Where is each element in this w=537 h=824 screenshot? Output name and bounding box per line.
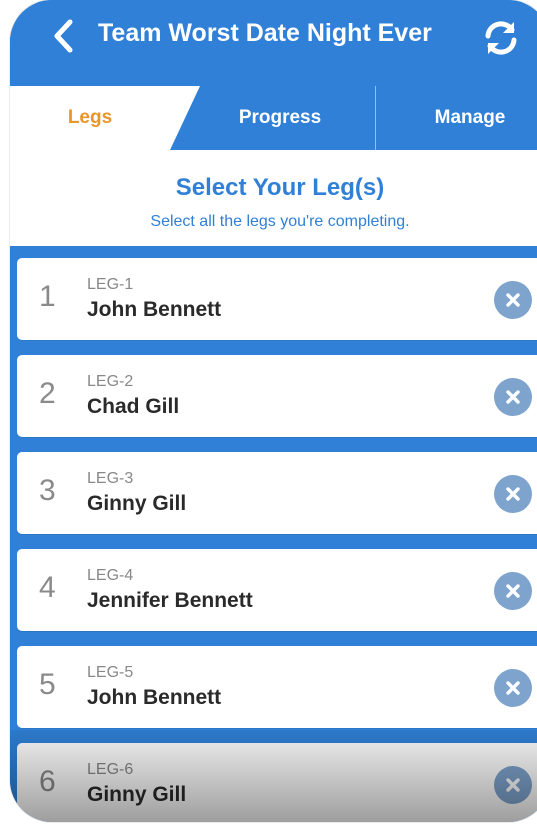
leg-row[interactable]: 3 LEG-3 Ginny Gill [17, 452, 537, 534]
remove-leg-button[interactable] [494, 378, 532, 416]
leg-code: LEG-1 [87, 276, 134, 293]
remove-leg-button[interactable] [494, 766, 532, 804]
leg-code: LEG-2 [87, 373, 134, 390]
leg-row[interactable]: 1 LEG-1 John Bennett [17, 258, 537, 340]
tab-legs[interactable]: Legs [10, 86, 200, 150]
leg-code: LEG-5 [87, 664, 134, 681]
page-subtitle: Select all the legs you're completing. [150, 213, 410, 230]
leg-number: 1 [39, 280, 56, 313]
app-screen: Team Worst Date Night Ever Legs Progress… [10, 0, 537, 822]
close-icon [506, 681, 520, 695]
chevron-left-icon [54, 19, 73, 53]
back-button[interactable] [48, 18, 78, 54]
navigation-bar: Team Worst Date Night Ever [10, 0, 537, 86]
tab-bar: Legs Progress Manage [10, 86, 537, 150]
tab-manage[interactable]: Manage [390, 86, 537, 150]
leg-number: 6 [39, 765, 56, 798]
tab-divider [375, 86, 376, 150]
leg-row[interactable]: 6 LEG-6 Ginny Gill [17, 743, 537, 822]
leg-runner-name: Chad Gill [87, 395, 180, 418]
leg-runner-name: Ginny Gill [87, 492, 187, 515]
leg-number: 5 [39, 668, 56, 701]
leg-runner-name: Ginny Gill [87, 783, 187, 806]
close-icon [506, 390, 520, 404]
leg-row[interactable]: 2 LEG-2 Chad Gill [17, 355, 537, 437]
close-icon [506, 487, 520, 501]
remove-leg-button[interactable] [494, 475, 532, 513]
remove-leg-button[interactable] [494, 281, 532, 319]
leg-row[interactable]: 5 LEG-5 John Bennett [17, 646, 537, 728]
leg-runner-name: John Bennett [87, 686, 222, 709]
refresh-icon [485, 21, 517, 55]
leg-code: LEG-6 [87, 761, 134, 778]
refresh-button[interactable] [480, 17, 522, 59]
page-title: Select Your Leg(s) [175, 174, 385, 201]
leg-runner-name: Jennifer Bennett [87, 589, 253, 612]
leg-number: 3 [39, 474, 56, 507]
tab-progress[interactable]: Progress [200, 86, 360, 150]
select-legs-header: Select Your Leg(s) Select all the legs y… [10, 150, 537, 246]
leg-number: 2 [39, 377, 56, 410]
leg-code: LEG-3 [87, 470, 134, 487]
leg-runner-name: John Bennett [87, 298, 222, 321]
remove-leg-button[interactable] [494, 572, 532, 610]
leg-code: LEG-4 [87, 567, 134, 584]
remove-leg-button[interactable] [494, 669, 532, 707]
team-title: Team Worst Date Night Ever [98, 19, 432, 47]
leg-row[interactable]: 4 LEG-4 Jennifer Bennett [17, 549, 537, 631]
close-icon [506, 778, 520, 792]
close-icon [506, 584, 520, 598]
leg-number: 4 [39, 571, 56, 604]
close-icon [506, 293, 520, 307]
legs-list: 1 LEG-1 John Bennett 2 LEG-2 Chad Gill 3… [10, 246, 537, 822]
